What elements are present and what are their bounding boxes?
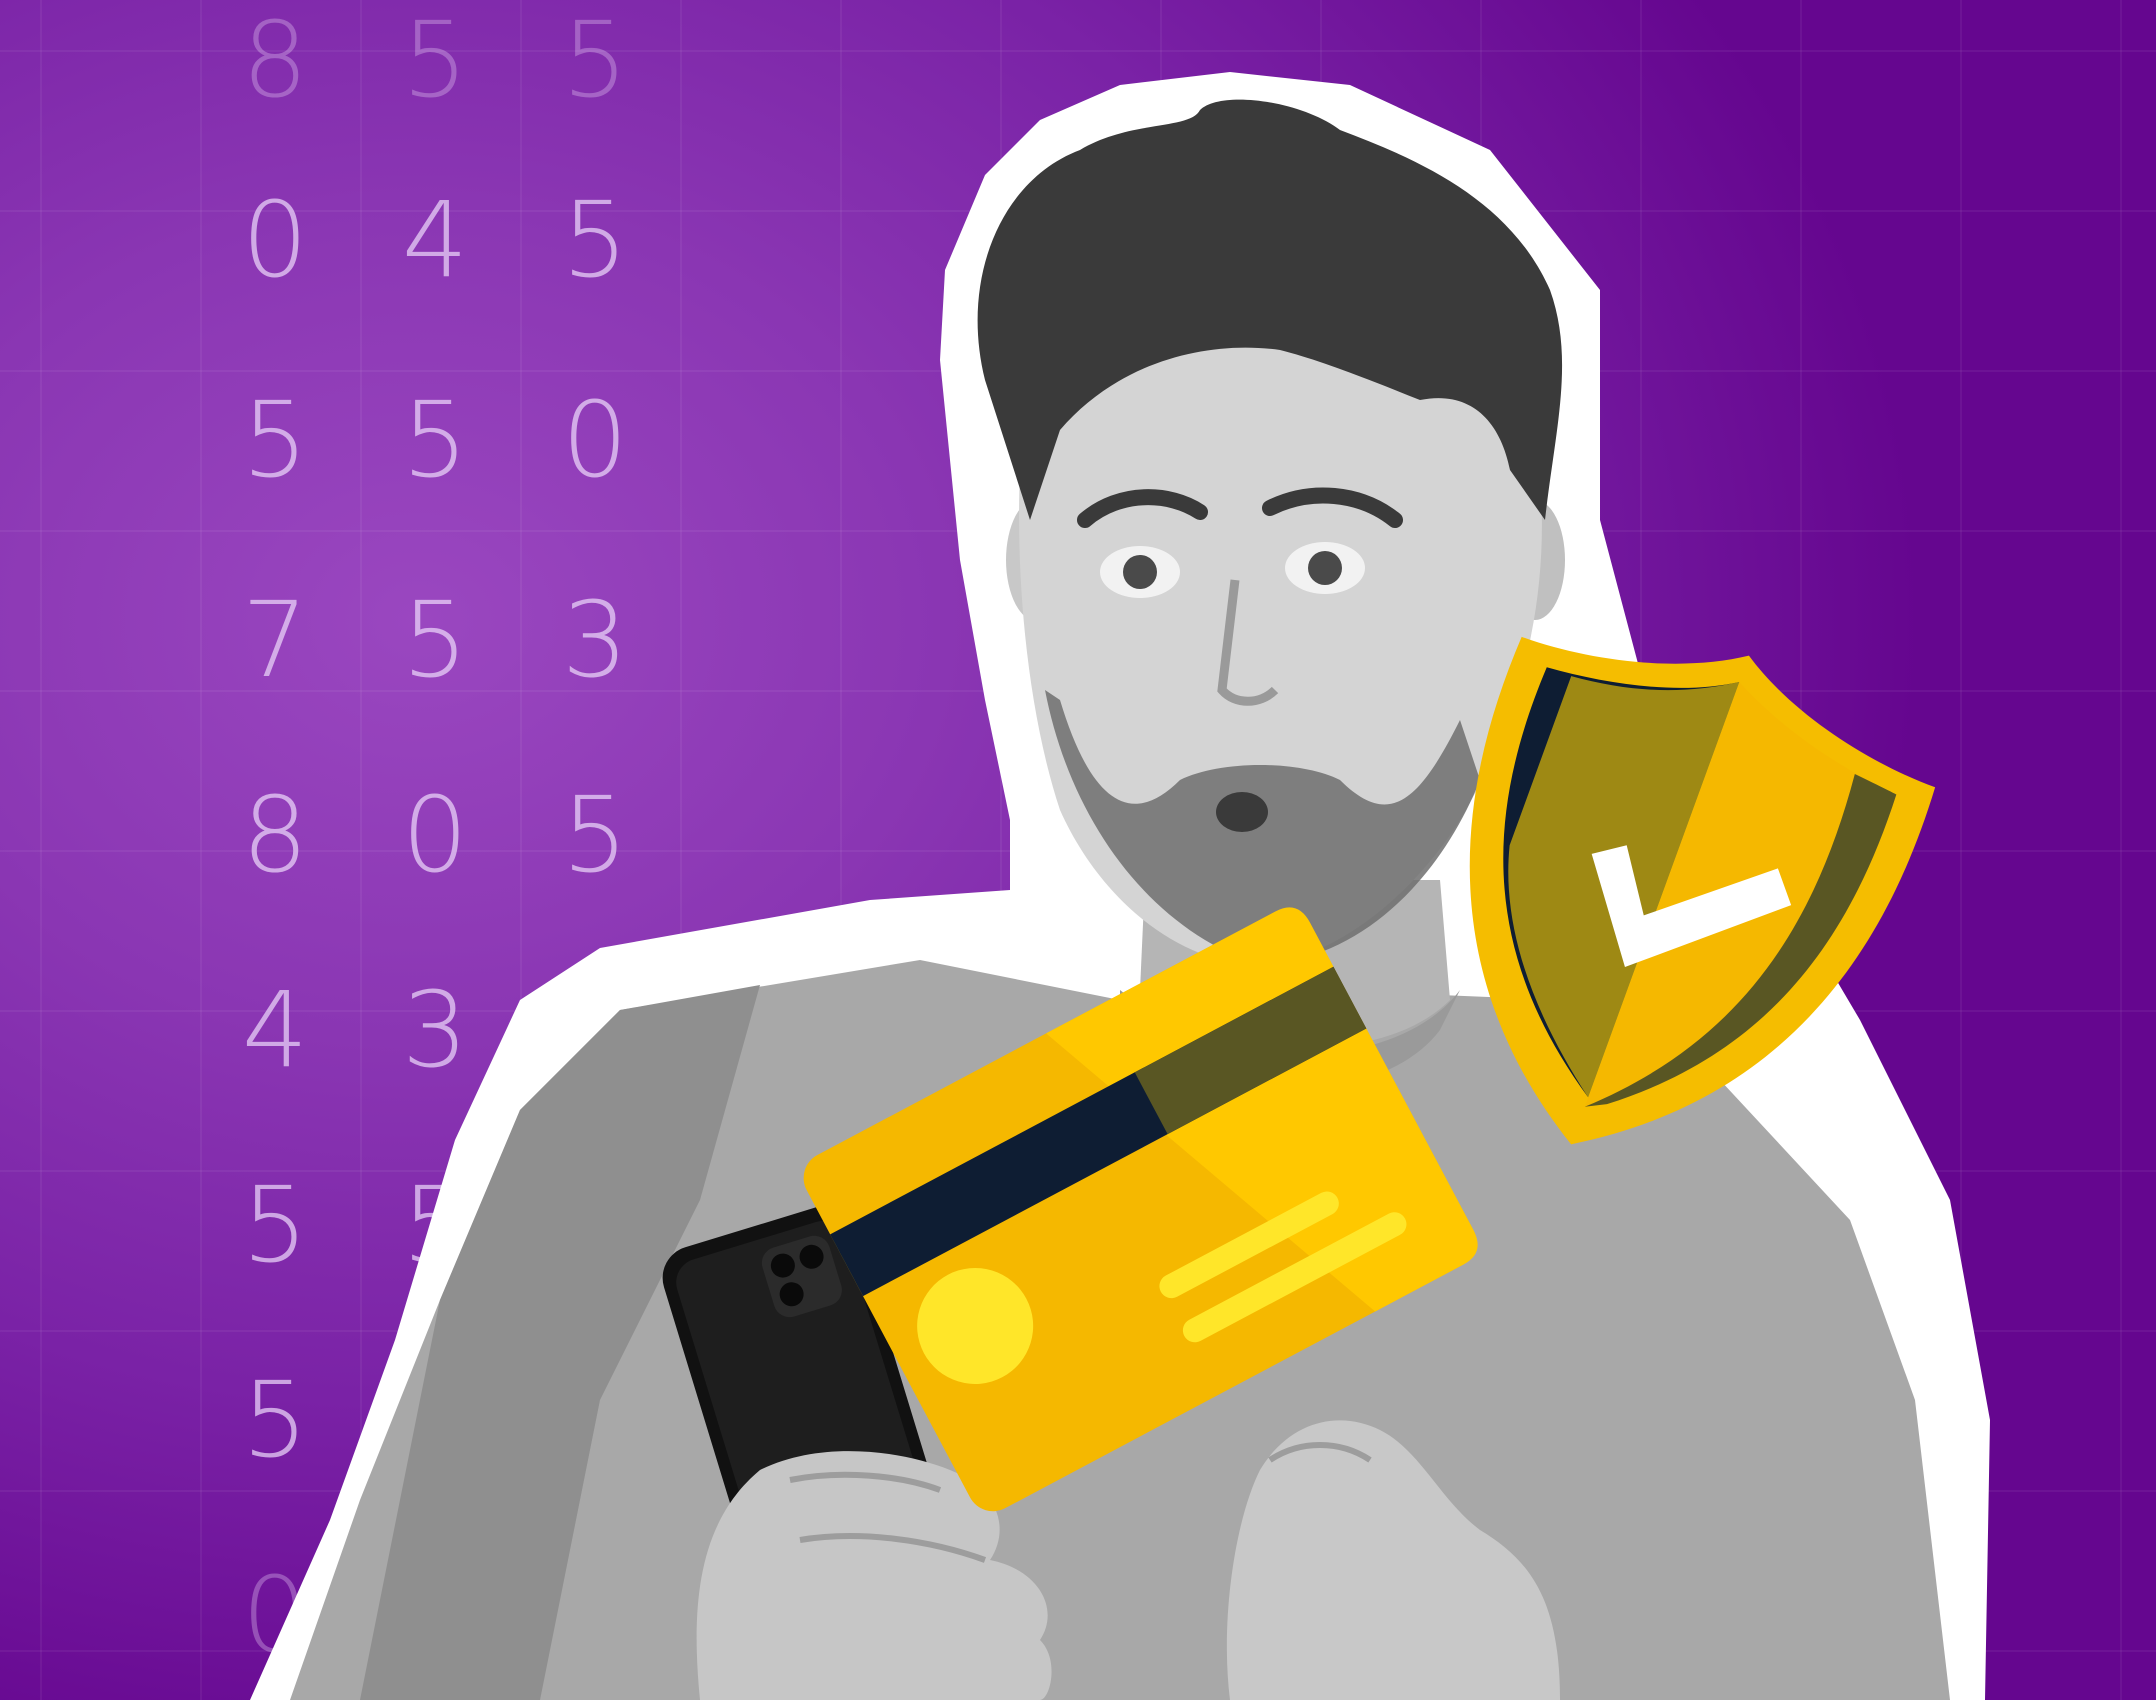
person-cutout xyxy=(250,72,1990,1700)
mouth xyxy=(1216,792,1268,832)
hero-illustration: 855 0 4 5 5 5 0 7 5 3 8 0 5 4 3 7 5 5 xyxy=(0,0,2156,1700)
